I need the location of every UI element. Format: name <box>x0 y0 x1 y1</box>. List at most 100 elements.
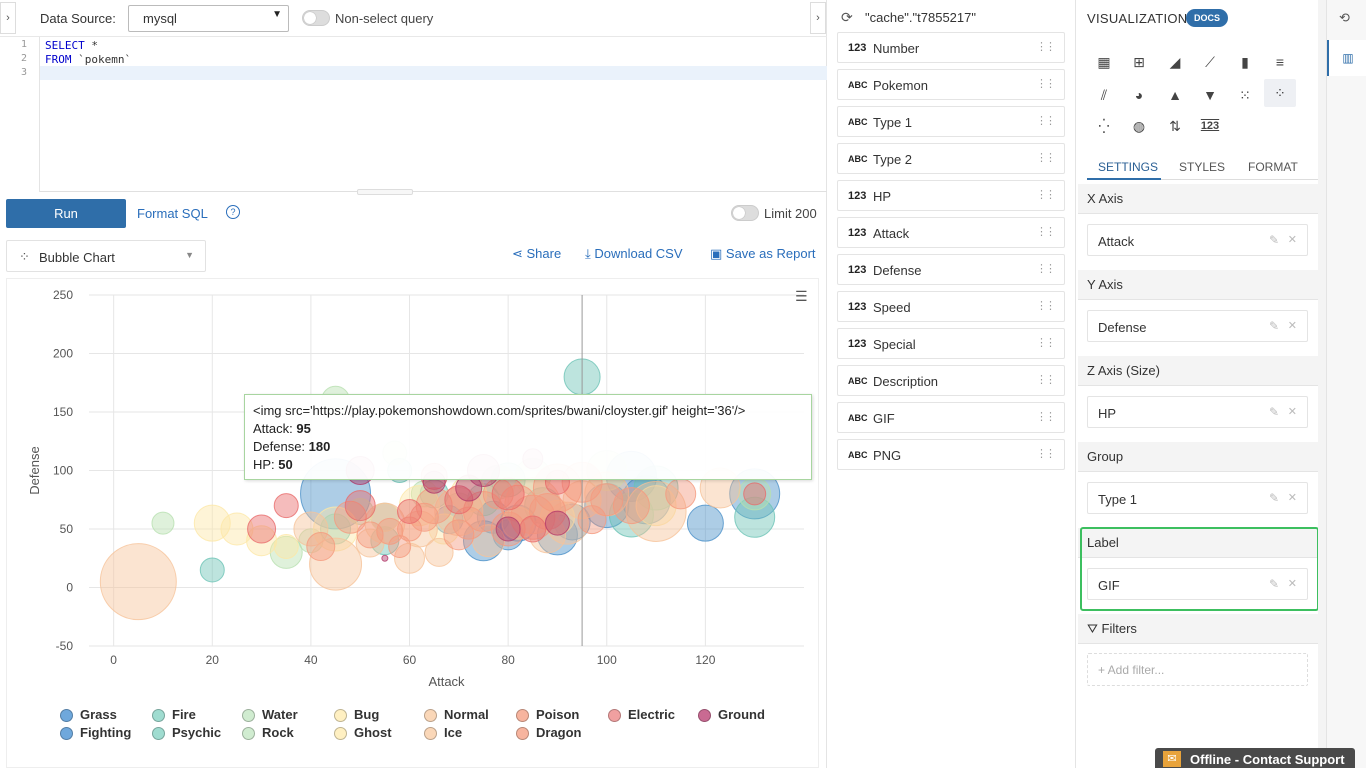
field-item[interactable]: 123 HP ⋮⋮ <box>837 180 1065 211</box>
y-axis-field[interactable]: Defense ✎ ✕ <box>1087 310 1308 342</box>
pencil-icon[interactable]: ✎ <box>1269 319 1279 333</box>
pyramid-chart-icon[interactable]: ▲ <box>1159 81 1191 109</box>
field-item[interactable]: 123 Attack ⋮⋮ <box>837 217 1065 248</box>
tab-format[interactable]: FORMAT <box>1248 160 1298 174</box>
non-select-toggle[interactable] <box>302 10 330 26</box>
legend-item[interactable]: Poison <box>516 707 580 722</box>
sort-icon[interactable]: ⇅ <box>1159 112 1191 140</box>
chart-settings-icon[interactable]: ▥ <box>1327 40 1366 76</box>
run-button[interactable]: Run <box>6 199 126 228</box>
chart-type-select[interactable]: ⁘ Bubble Chart ▼ <box>6 240 206 272</box>
combo-chart-icon[interactable]: ⫽ <box>1088 81 1120 109</box>
data-source-select[interactable]: mysql ▼ <box>128 5 289 32</box>
legend-item[interactable]: Dragon <box>516 725 582 740</box>
funnel-chart-icon[interactable]: ▼ <box>1194 81 1226 109</box>
data-source-value: mysql <box>143 11 177 26</box>
field-item[interactable]: 123 Special ⋮⋮ <box>837 328 1065 359</box>
query-panel: › Data Source: mysql ▼ Non-select query … <box>0 0 827 768</box>
filters-header: ⛛ Filters <box>1078 614 1318 644</box>
legend-item[interactable]: Fire <box>152 707 196 722</box>
drag-handle-icon[interactable]: ⋮⋮ <box>1036 410 1056 423</box>
share-link[interactable]: ⋖ Share <box>512 246 561 262</box>
mid-collapse-button[interactable]: › <box>810 2 826 34</box>
x-tick-label: 80 <box>501 653 515 667</box>
drag-handle-icon[interactable]: ⋮⋮ <box>1036 40 1056 53</box>
bubble-point <box>397 498 423 524</box>
legend-label: Grass <box>80 707 117 722</box>
drag-handle-icon[interactable]: ⋮⋮ <box>1036 77 1056 90</box>
offline-support-widget[interactable]: ✉ Offline - Contact Support <box>1155 748 1355 768</box>
close-icon[interactable]: ✕ <box>1288 233 1297 246</box>
history-icon[interactable]: ⟲ <box>1339 10 1350 26</box>
legend-item[interactable]: Electric <box>608 707 675 722</box>
tab-styles[interactable]: STYLES <box>1179 160 1225 174</box>
pencil-icon[interactable]: ✎ <box>1269 233 1279 247</box>
drag-handle-icon[interactable]: ⋮⋮ <box>1036 336 1056 349</box>
pencil-icon[interactable]: ✎ <box>1269 405 1279 419</box>
line-chart-icon[interactable]: ⟋ <box>1194 48 1226 76</box>
drag-handle-icon[interactable]: ⋮⋮ <box>1036 151 1056 164</box>
legend-item[interactable]: Normal <box>424 707 489 722</box>
pivot-table-icon[interactable]: ⊞ <box>1123 48 1155 76</box>
legend-item[interactable]: Rock <box>242 725 294 740</box>
legend-item[interactable]: Grass <box>60 707 117 722</box>
field-name: Special <box>873 337 916 352</box>
field-item[interactable]: ABC PNG ⋮⋮ <box>837 439 1065 470</box>
chart-menu-icon[interactable]: ☰ <box>795 288 808 305</box>
legend-item[interactable]: Ghost <box>334 725 392 740</box>
close-icon[interactable]: ✕ <box>1288 405 1297 418</box>
bubble-point <box>665 478 697 510</box>
field-item[interactable]: ABC GIF ⋮⋮ <box>837 402 1065 433</box>
docs-badge[interactable]: DOCS <box>1186 9 1229 27</box>
drag-handle-icon[interactable]: ⋮⋮ <box>1036 114 1056 127</box>
number-icon[interactable]: 123 <box>1194 112 1226 140</box>
field-item[interactable]: ABC Type 2 ⋮⋮ <box>837 143 1065 174</box>
legend-item[interactable]: Water <box>242 707 298 722</box>
column-chart-icon[interactable]: ▮ <box>1229 48 1261 76</box>
drag-handle-icon[interactable]: ⋮⋮ <box>1036 299 1056 312</box>
drag-handle-icon[interactable]: ⋮⋮ <box>1036 262 1056 275</box>
close-icon[interactable]: ✕ <box>1288 319 1297 332</box>
pie-chart-icon[interactable]: ◕ <box>1123 81 1155 109</box>
legend-item[interactable]: Psychic <box>152 725 221 740</box>
heatmap-icon[interactable]: ⁛ <box>1088 112 1120 140</box>
field-item[interactable]: ABC Description ⋮⋮ <box>837 365 1065 396</box>
save-report-link[interactable]: ▣ Save as Report <box>710 246 816 262</box>
drag-handle-icon[interactable]: ⋮⋮ <box>1036 188 1056 201</box>
legend-item[interactable]: Ice <box>424 725 462 740</box>
field-item[interactable]: ABC Type 1 ⋮⋮ <box>837 106 1065 137</box>
limit-toggle[interactable] <box>731 205 759 221</box>
legend-item[interactable]: Fighting <box>60 725 131 740</box>
drag-handle-icon[interactable]: ⋮⋮ <box>1036 225 1056 238</box>
field-item[interactable]: ABC Pokemon ⋮⋮ <box>837 69 1065 100</box>
help-icon[interactable]: ? <box>226 205 240 219</box>
map-icon[interactable]: ◍ <box>1123 112 1155 140</box>
label-section-highlight <box>1080 527 1319 611</box>
x-axis-field[interactable]: Attack ✎ ✕ <box>1087 224 1308 256</box>
tab-settings[interactable]: SETTINGS <box>1098 160 1158 174</box>
legend-label: Poison <box>536 707 580 722</box>
panel-scrollbar[interactable] <box>1318 0 1326 768</box>
format-sql-link[interactable]: Format SQL <box>137 206 208 221</box>
field-item[interactable]: 123 Number ⋮⋮ <box>837 32 1065 63</box>
drag-handle-icon[interactable]: ⋮⋮ <box>1036 447 1056 460</box>
run-bar: Run Format SQL ? Limit 200 <box>0 193 827 233</box>
bar-chart-icon[interactable]: ≡ <box>1264 48 1296 76</box>
drag-handle-icon[interactable]: ⋮⋮ <box>1036 373 1056 386</box>
table-icon[interactable]: ▦ <box>1088 48 1120 76</box>
sql-editor[interactable]: 1 2 3 SELECT * FROM `pokemn` <box>0 37 827 192</box>
group-field[interactable]: Type 1 ✎ ✕ <box>1087 482 1308 514</box>
field-item[interactable]: 123 Defense ⋮⋮ <box>837 254 1065 285</box>
z-axis-field[interactable]: HP ✎ ✕ <box>1087 396 1308 428</box>
area-chart-icon[interactable]: ◢ <box>1159 48 1191 76</box>
download-csv-link[interactable]: ⤓ Download CSV <box>585 246 683 262</box>
field-item[interactable]: 123 Speed ⋮⋮ <box>837 291 1065 322</box>
bubble-chart-icon[interactable]: ⁘ <box>1264 79 1296 107</box>
legend-item[interactable]: Bug <box>334 707 379 722</box>
pencil-icon[interactable]: ✎ <box>1269 491 1279 505</box>
legend-item[interactable]: Ground <box>698 707 765 722</box>
scatter-chart-icon[interactable]: ⁙ <box>1229 81 1261 109</box>
refresh-icon[interactable]: ⟳ <box>841 9 853 26</box>
close-icon[interactable]: ✕ <box>1288 491 1297 504</box>
add-filter-button[interactable]: + Add filter... <box>1087 653 1308 686</box>
